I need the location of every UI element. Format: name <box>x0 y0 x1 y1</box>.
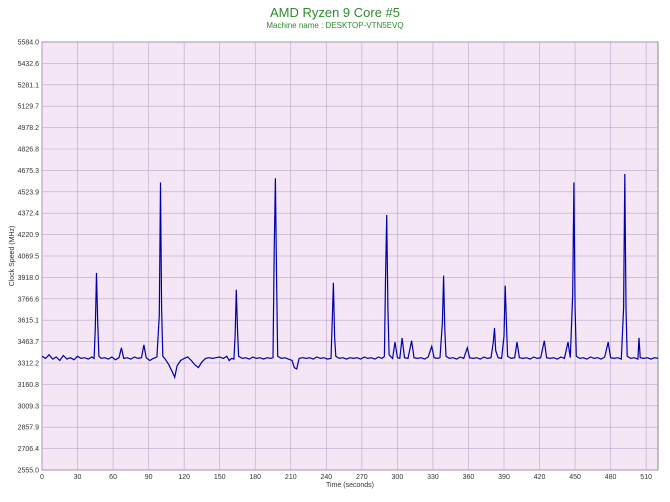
y-tick-label: 4978.2 <box>18 125 40 132</box>
x-tick-label: 270 <box>356 474 368 481</box>
y-axis-label: Clock Speed (MHz) <box>9 226 16 287</box>
x-tick-label: 120 <box>178 474 190 481</box>
y-tick-label: 3160.8 <box>18 382 40 389</box>
x-tick-label: 240 <box>320 474 332 481</box>
x-tick-label: 60 <box>109 474 117 481</box>
y-axis-ticks: 5584.0 5432.6 5281.1 5129.7 4978.2 4826.8 4675… <box>18 40 40 475</box>
x-tick-label: 420 <box>534 474 546 481</box>
x-tick-label: 90 <box>145 474 153 481</box>
y-tick-label: 4220.9 <box>18 232 40 239</box>
x-tick-label: 210 <box>285 474 297 481</box>
x-axis-ticks: 0 30 60 90 120 150 180 210 240 270 300 330 360 390 420… <box>40 474 652 481</box>
grid-lines <box>41 41 658 471</box>
y-tick-label: 4372.4 <box>18 211 40 218</box>
y-tick-label: 3009.3 <box>18 403 40 410</box>
y-tick-label: 2706.4 <box>18 446 40 453</box>
x-tick-label: 300 <box>392 474 404 481</box>
y-tick-label: 4826.8 <box>18 146 40 153</box>
y-tick-label: 5584.0 <box>18 40 40 47</box>
y-tick-label: 3463.7 <box>18 339 40 346</box>
y-tick-label: 4069.5 <box>18 254 40 261</box>
y-tick-label: 2857.9 <box>18 425 40 432</box>
x-tick-label: 330 <box>427 474 439 481</box>
x-tick-label: 150 <box>214 474 226 481</box>
x-tick-label: 390 <box>498 474 510 481</box>
y-tick-label: 3918.0 <box>18 275 40 282</box>
y-tick-label: 5281.1 <box>18 82 40 89</box>
x-axis-label: Time (seconds) <box>326 482 374 489</box>
x-tick-label: 30 <box>74 474 82 481</box>
y-tick-label: 3312.2 <box>18 361 40 368</box>
y-tick-label: 4523.9 <box>18 189 40 196</box>
x-tick-label: 0 <box>40 474 44 481</box>
x-tick-label: 360 <box>463 474 475 481</box>
y-tick-label: 3766.6 <box>18 296 40 303</box>
x-tick-label: 180 <box>249 474 261 481</box>
y-tick-label: 3615.1 <box>18 318 40 325</box>
y-tick-label: 2555.0 <box>18 468 40 475</box>
y-tick-label: 5129.7 <box>18 104 40 111</box>
clock-speed-chart: 5584.0 5432.6 5281.1 5129.7 4978.2 4826.8 4675… <box>9 40 659 489</box>
x-tick-label: 450 <box>569 474 581 481</box>
y-tick-label: 4675.3 <box>18 168 40 175</box>
x-tick-label: 480 <box>605 474 617 481</box>
y-tick-label: 5432.6 <box>18 61 40 68</box>
x-tick-label: 510 <box>640 474 652 481</box>
